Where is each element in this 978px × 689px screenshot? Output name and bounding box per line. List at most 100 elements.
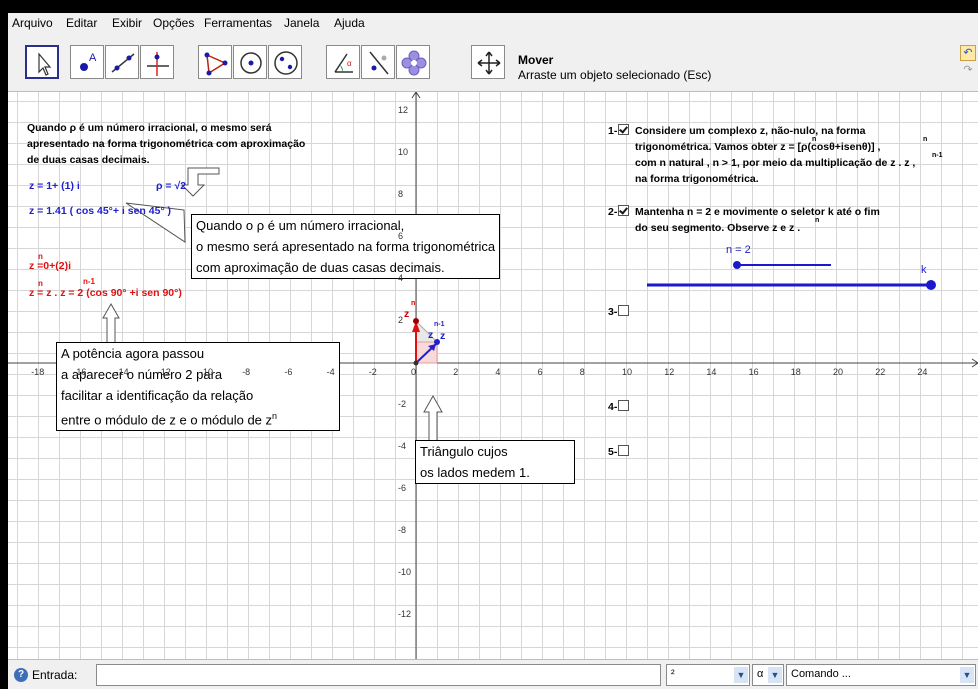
z-trigonometric: z = 1.41 ( cos 45°+ i sen 45° ) [29, 205, 172, 217]
line-icon [111, 53, 135, 73]
menu-bar: Arquivo Editar Exibir Opções Ferramentas… [8, 13, 978, 33]
menu-exibir[interactable]: Exibir [112, 16, 142, 30]
y-tick-label: 10 [398, 147, 409, 157]
x-tick-label: -16 [73, 367, 87, 377]
x-tick-label: 4 [495, 367, 501, 377]
input-field[interactable] [96, 664, 661, 686]
x-tick-label: -4 [326, 367, 335, 377]
x-tick-label: 24 [917, 367, 928, 377]
slider-k-knob [926, 280, 936, 290]
reflect-tool[interactable] [361, 45, 395, 79]
slider-n-knob [733, 261, 741, 269]
y-tick-label: -10 [398, 567, 412, 577]
menu-janela[interactable]: Janela [284, 16, 319, 30]
y-tick-label: -8 [398, 525, 407, 535]
x-tick-label: 6 [537, 367, 543, 377]
symbol-select-1[interactable]: ² ▼ [666, 664, 750, 686]
callout-arrow-3 [102, 302, 120, 344]
step-1-checkbox[interactable] [618, 124, 630, 135]
angle-tool[interactable]: α [326, 45, 360, 79]
polygon-tool[interactable] [198, 45, 232, 79]
menu-editar[interactable]: Editar [66, 16, 97, 30]
slider-k-label: k [921, 264, 927, 276]
tool-help-text: Arraste um objeto selecionado (Esc) [518, 68, 712, 82]
y-tick-label: 12 [398, 105, 409, 115]
rho-value: ρ = √2 [156, 180, 187, 192]
x-tick-label: 22 [875, 367, 886, 377]
x-tick-label: 12 [664, 367, 675, 377]
x-tick-label: 2 [453, 367, 459, 377]
origin-point [413, 360, 419, 366]
zn-point-label-exp: n [411, 300, 416, 307]
graphics-view[interactable]: Quando ρ é um número irracional, o mesmo… [8, 92, 978, 659]
zn1-point-label-exp: n-1 [434, 321, 445, 328]
cursor-tool[interactable] [25, 45, 59, 79]
chevron-down-icon: ▼ [768, 667, 782, 683]
arrow-cursor-icon [38, 52, 52, 76]
x-tick-label: -18 [31, 367, 45, 377]
step-5: 5- [608, 445, 632, 458]
zn1-point-label: z [428, 329, 434, 341]
flower-icon [401, 50, 427, 76]
x-tick-label: 8 [579, 367, 585, 377]
tool-name: Mover [518, 53, 554, 67]
polygon-icon [204, 52, 228, 76]
z-point-label: z [440, 330, 446, 342]
move-arrows-icon [477, 51, 501, 75]
step-4: 4- [608, 400, 632, 413]
y-tick-label: -2 [398, 399, 407, 409]
callout-box-irrational: Quando o ρ é um número irracional, o mes… [191, 214, 501, 279]
line-tool[interactable] [105, 45, 139, 79]
step-1: 1- Considere um complexo z, não-nulo, na… [608, 124, 943, 185]
x-tick-label: 14 [706, 367, 717, 377]
y-tick-label: -12 [398, 609, 412, 619]
reflect-icon [369, 51, 389, 75]
x-tick-label: -8 [242, 367, 251, 377]
callout-box-power: A potência agora passou a aparecer o núm… [56, 342, 340, 432]
point-tool[interactable]: A [70, 45, 104, 79]
menu-arquivo[interactable]: Arquivo [12, 16, 53, 30]
x-tick-label: -2 [368, 367, 377, 377]
menu-ferramentas[interactable]: Ferramentas [204, 16, 272, 30]
transform-tool[interactable] [396, 45, 430, 79]
x-tick-label: -12 [157, 367, 171, 377]
step-3-checkbox[interactable] [618, 305, 630, 316]
ellipse-icon [274, 51, 298, 75]
zn-algebraic: z =0+(2)i [29, 260, 72, 272]
conic-tool[interactable] [268, 45, 302, 79]
x-tick-label: -6 [284, 367, 293, 377]
x-tick-label: -14 [115, 367, 129, 377]
zn-point-label: z [404, 308, 410, 320]
callout-box-triangle: Triângulo cujos os lados medem 1. [415, 440, 575, 484]
symbol-select-2[interactable]: α ▼ [752, 664, 784, 686]
redo-icon[interactable]: ↷ [960, 63, 976, 79]
zn-point [413, 318, 419, 324]
step-2-checkbox[interactable] [618, 205, 630, 216]
x-tick-label: 10 [622, 367, 633, 377]
step-2: 2- Mantenha n = 2 e movimente o seletor … [608, 205, 880, 234]
y-tick-label: -4 [398, 441, 407, 451]
help-icon[interactable]: ? [14, 668, 28, 682]
y-tick-label: -6 [398, 483, 407, 493]
y-tick-label: 4 [398, 273, 404, 283]
angle-icon: α [334, 53, 353, 73]
perpendicular-tool[interactable] [140, 45, 174, 79]
menu-opcoes[interactable]: Opções [153, 16, 194, 30]
command-select[interactable]: Comando ... ▼ [786, 664, 976, 686]
y-tick-label: 2 [398, 315, 404, 325]
undo-icon[interactable]: ↶ [960, 45, 976, 61]
menu-ajuda[interactable]: Ajuda [334, 16, 365, 30]
x-tick-label: 18 [790, 367, 801, 377]
chevron-down-icon: ▼ [960, 667, 974, 683]
perpendicular-icon [147, 52, 169, 76]
z-definition: z = 1+ (1) i [29, 180, 80, 192]
slider-n-label: n = 2 [726, 244, 751, 256]
step-4-checkbox[interactable] [618, 400, 630, 411]
circle-tool[interactable] [233, 45, 267, 79]
circle-icon [240, 52, 262, 74]
step-5-checkbox[interactable] [618, 445, 630, 456]
toolbar: A α Mover Arraste um objeto selecionado … [8, 33, 978, 92]
zn-trigonometric: z = z . z = 2 (cos 90° +i sen 90°) [29, 287, 182, 299]
move-view-tool[interactable] [471, 45, 505, 79]
input-label: Entrada: [32, 668, 78, 682]
